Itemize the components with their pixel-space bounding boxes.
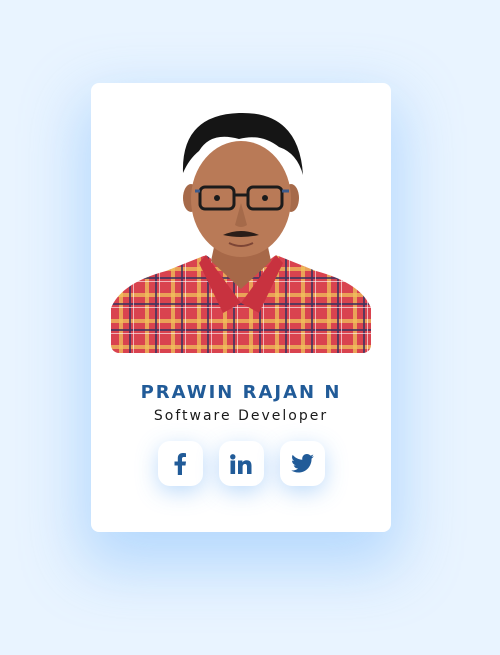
facebook-button[interactable] [157, 441, 203, 486]
facebook-icon [173, 452, 187, 475]
twitter-icon [290, 454, 314, 473]
linkedin-icon [230, 453, 252, 474]
profile-role: Software Developer [153, 408, 329, 424]
profile-card: PRAWIN RAJAN N Software Developer [91, 83, 391, 532]
social-links [91, 441, 391, 486]
profile-name: PRAWIN RAJAN N [140, 382, 342, 403]
linkedin-button[interactable] [218, 441, 264, 486]
profile-photo [111, 103, 371, 353]
twitter-button[interactable] [279, 441, 325, 486]
